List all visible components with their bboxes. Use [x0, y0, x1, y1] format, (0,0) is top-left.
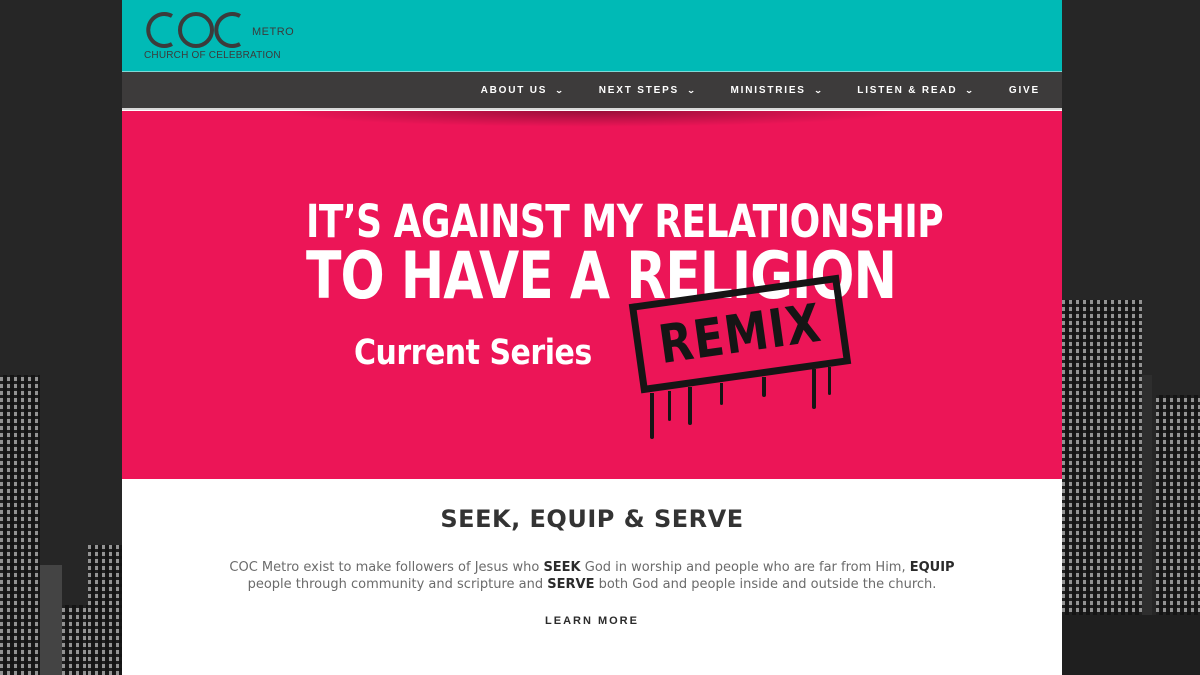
hero-banner[interactable]: IT’S AGAINST MY RELATIONSHIP TO HAVE A R…	[122, 111, 1062, 479]
city-skyline-background	[0, 0, 122, 675]
nav-label: NEXT STEPS	[598, 84, 680, 96]
paint-drip	[812, 369, 816, 409]
paint-drip	[668, 391, 671, 421]
nav-item-ministries[interactable]: MINISTRIES ⌄	[731, 85, 824, 96]
main-navigation: ABOUT US ⌄ NEXT STEPS ⌄ MINISTRIES ⌄ LIS…	[122, 72, 1062, 110]
section-tagline: SEEK, EQUIP & SERVE	[440, 505, 744, 533]
mission-statement: COC Metro exist to make followers of Jes…	[229, 560, 955, 592]
website-frame: METRO CHURCH OF CELEBRATION ABOUT US ⌄ N…	[122, 0, 1062, 675]
paint-drip	[720, 383, 723, 405]
paint-drip	[828, 367, 831, 395]
site-logo[interactable]: METRO CHURCH OF CELEBRATION	[144, 8, 294, 64]
nav-item-about-us[interactable]: ABOUT US ⌄	[481, 85, 565, 96]
remix-stamp-text: REMIX	[655, 292, 825, 376]
chevron-down-icon: ⌄	[813, 85, 825, 95]
nav-item-next-steps[interactable]: NEXT STEPS ⌄	[599, 85, 697, 96]
nav-label: GIVE	[1008, 84, 1040, 96]
current-series-label: Current Series	[354, 333, 592, 374]
city-skyline-background-right	[1062, 0, 1200, 675]
logo-metro-text: METRO	[252, 26, 295, 38]
header-topbar: METRO CHURCH OF CELEBRATION	[122, 0, 1062, 72]
chevron-down-icon: ⌄	[965, 85, 977, 95]
nav-label: ABOUT US	[480, 84, 548, 96]
nav-label: LISTEN & READ	[857, 84, 958, 96]
chevron-down-icon: ⌄	[554, 85, 567, 95]
nav-item-give[interactable]: GIVE	[1009, 85, 1040, 96]
logo-subtitle: CHURCH OF CELEBRATION	[144, 50, 281, 61]
learn-more-link[interactable]: LEARN MORE	[545, 615, 639, 627]
paint-drip	[688, 387, 692, 425]
paint-drip	[650, 393, 654, 439]
mission-section: SEEK, EQUIP & SERVE COC Metro exist to m…	[122, 479, 1062, 675]
coc-logo-mark	[146, 12, 241, 48]
paint-drip	[762, 377, 766, 397]
nav-label: MINISTRIES	[730, 84, 806, 96]
hero-top-shadow	[272, 111, 912, 127]
nav-item-listen-read[interactable]: LISTEN & READ ⌄	[857, 85, 975, 96]
chevron-down-icon: ⌄	[686, 85, 698, 95]
